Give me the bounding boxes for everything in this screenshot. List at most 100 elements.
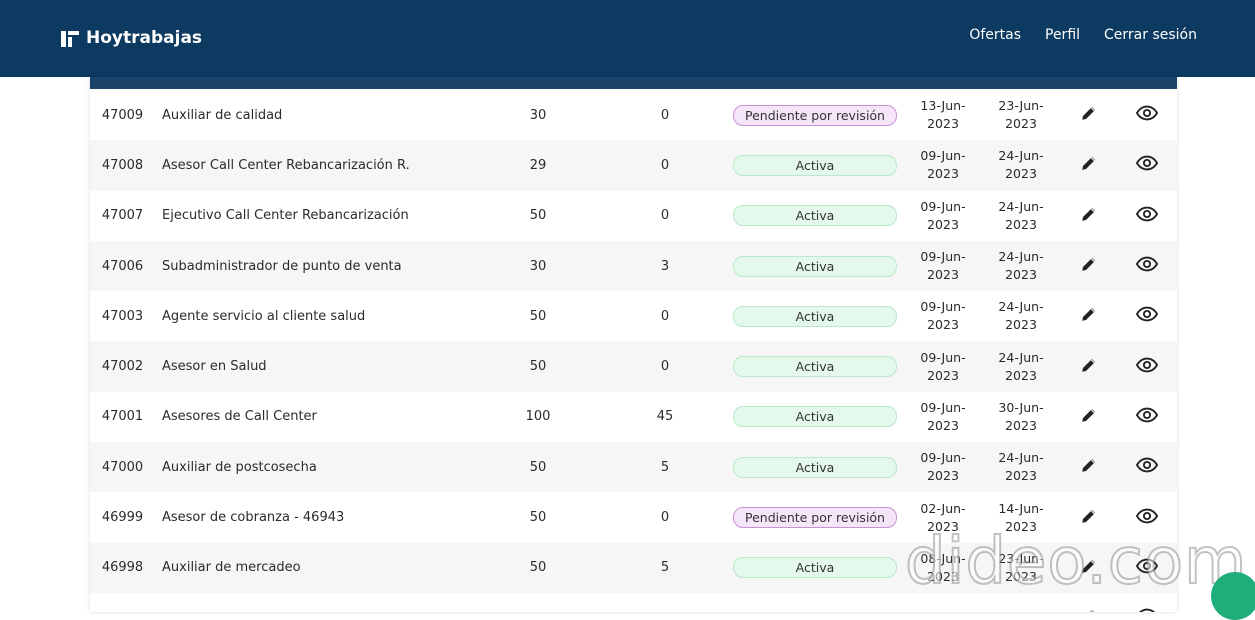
vacancies-count: 30	[529, 258, 547, 274]
vacancies-count: 50	[529, 560, 547, 576]
edit-button[interactable]	[1075, 191, 1103, 241]
vacancies-count: 50	[529, 308, 547, 324]
table-row: 47003 Agente servicio al cliente salud 50 0…	[90, 291, 1177, 342]
end-date-day: 24-Jun-	[998, 450, 1044, 466]
status-cell: Activa	[733, 543, 897, 593]
end-date: 24-Jun- 2023	[983, 341, 1059, 391]
postulants-count: 0	[660, 359, 670, 375]
eye-icon	[1135, 457, 1159, 477]
postulants-count: 0	[660, 157, 670, 173]
vacancies-count	[508, 593, 568, 612]
start-date-day: 02-Jun-	[920, 500, 966, 516]
start-date-year: 2023	[927, 317, 959, 333]
eye-icon	[1135, 155, 1159, 175]
end-date-year: 2023	[1005, 317, 1037, 333]
offer-id: 47007	[101, 208, 144, 224]
start-date: 09-Jun- 2023	[905, 442, 981, 492]
vacancies-count: 50	[529, 359, 547, 375]
offer-title: Auxiliar de calidad	[162, 107, 283, 123]
status-badge: Activa	[733, 557, 897, 579]
offer-title: Asesores de Call Center	[162, 409, 317, 425]
end-date: 24-Jun- 2023	[983, 291, 1059, 341]
table-row: 47000 Auxiliar de postcosecha 50 5 Activa 09-…	[90, 442, 1177, 493]
postulants-count: 45	[656, 409, 674, 425]
table-row: 47002 Asesor en Salud 50 0 Activa 09-Jun- 2023…	[90, 341, 1177, 392]
offer-id: 47000	[101, 459, 144, 475]
status-cell: Activa	[733, 140, 897, 190]
brand-logo[interactable]: Hoytrabajas	[60, 24, 202, 52]
pencil-icon	[1080, 456, 1098, 478]
start-date-day: 09-Jun-	[920, 249, 966, 265]
eye-icon	[1135, 206, 1159, 226]
end-date: 24-Jun- 2023	[983, 442, 1059, 492]
offer-id: 47009	[101, 107, 144, 123]
pencil-icon	[1080, 104, 1098, 126]
status-cell	[733, 593, 897, 612]
end-date-year: 2023	[1005, 417, 1037, 433]
end-date-day: 23-Jun-	[998, 98, 1044, 114]
offer-id: 47001	[101, 409, 144, 425]
postulants-count: 5	[660, 459, 670, 475]
end-date: 24-Jun- 2023	[983, 140, 1059, 190]
end-date: 24-Jun- 2023	[983, 191, 1059, 241]
pencil-icon	[1080, 356, 1098, 378]
eye-icon	[1135, 256, 1159, 276]
end-date-year: 2023	[1005, 267, 1037, 283]
end-date-day: 24-Jun-	[998, 148, 1044, 164]
view-button[interactable]	[1133, 392, 1161, 442]
edit-button[interactable]	[1075, 442, 1103, 492]
end-date-year: 2023	[1005, 468, 1037, 484]
offer-id: 47002	[101, 359, 144, 375]
table-row: 47008 Asesor Call Center Rebancarización …	[90, 140, 1177, 191]
table-row: 47006 Subadministrador de punto de venta 3…	[90, 240, 1177, 292]
view-button[interactable]	[1133, 291, 1161, 341]
offer-title: Asesor de cobranza - 46943	[162, 510, 345, 526]
status-badge: Pendiente por revisión	[733, 104, 897, 126]
status-badge: Activa	[733, 406, 897, 428]
end-date-day: 24-Jun-	[998, 249, 1044, 265]
view-button[interactable]	[1133, 341, 1161, 391]
eye-icon	[1135, 357, 1159, 377]
edit-button[interactable]	[1075, 392, 1103, 442]
view-button[interactable]	[1133, 140, 1161, 190]
nav-cerrar-sesion[interactable]: Cerrar sesión	[1104, 27, 1197, 43]
start-date-year: 2023	[927, 468, 959, 484]
eye-icon	[1135, 105, 1159, 125]
pencil-icon	[1080, 205, 1098, 227]
start-date: 09-Jun- 2023	[905, 241, 981, 291]
postulants-count: 3	[660, 258, 670, 274]
end-date-day: 14-Jun-	[998, 500, 1044, 516]
start-date: 09-Jun- 2023	[905, 341, 981, 391]
chat-button[interactable]	[1211, 572, 1255, 620]
top-navbar: Hoytrabajas Ofertas Perfil Cerrar sesión	[0, 0, 1255, 77]
view-button[interactable]	[1133, 442, 1161, 492]
main-nav: Ofertas Perfil Cerrar sesión	[969, 27, 1197, 43]
nav-ofertas[interactable]: Ofertas	[969, 27, 1021, 43]
end-date-day: 24-Jun-	[998, 299, 1044, 315]
postulants-count: 0	[660, 510, 670, 526]
edit-button[interactable]	[1075, 140, 1103, 190]
edit-button[interactable]	[1075, 341, 1103, 391]
table-row: 47001 Asesores de Call Center 100 45 Activa 0…	[90, 391, 1177, 443]
status-cell: Activa	[733, 291, 897, 341]
edit-button[interactable]	[1075, 291, 1103, 341]
status-badge: Activa	[733, 154, 897, 176]
status-cell: Pendiente por revisión	[733, 492, 897, 542]
view-button[interactable]	[1133, 241, 1161, 291]
nav-perfil[interactable]: Perfil	[1045, 27, 1080, 43]
pencil-icon	[1080, 607, 1098, 612]
status-cell: Activa	[733, 341, 897, 391]
offer-id: 47006	[101, 258, 144, 274]
pencil-icon	[1080, 305, 1098, 327]
pencil-icon	[1080, 406, 1098, 428]
start-date-day: 09-Jun-	[920, 299, 966, 315]
view-button[interactable]	[1133, 191, 1161, 241]
end-date-year: 2023	[1005, 367, 1037, 383]
edit-button[interactable]	[1075, 241, 1103, 291]
pencil-icon	[1080, 255, 1098, 277]
start-date-day: 09-Jun-	[920, 148, 966, 164]
status-badge: Activa	[733, 356, 897, 378]
view-button[interactable]	[1133, 90, 1161, 140]
start-date-day: 09-Jun-	[920, 450, 966, 466]
edit-button[interactable]	[1075, 90, 1103, 140]
